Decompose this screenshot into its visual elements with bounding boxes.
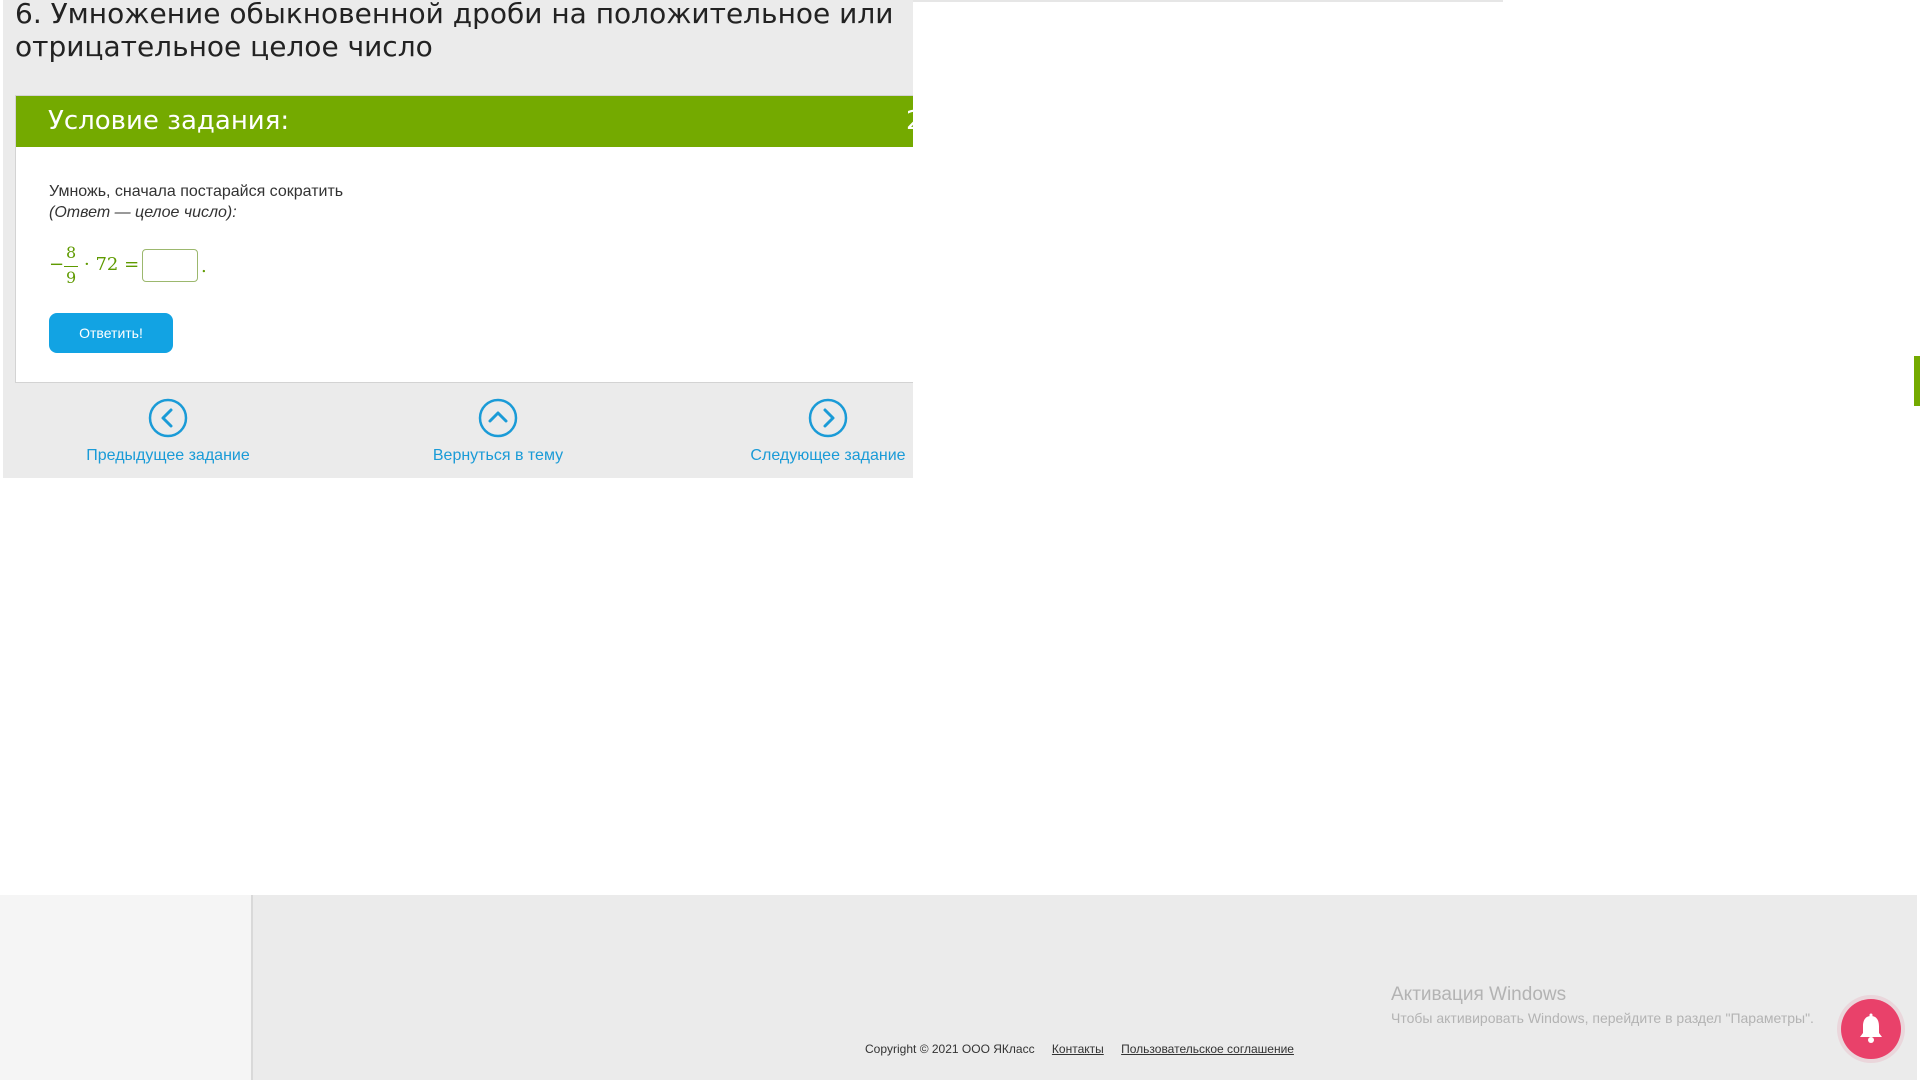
task-header: Условие задания: 2 bbox=[16, 96, 913, 147]
next-task-label[interactable]: Следующее задание bbox=[708, 446, 913, 466]
task-points: 2 bbox=[906, 106, 913, 136]
footer-left-column bbox=[0, 895, 253, 1080]
bell-icon bbox=[1860, 1013, 1882, 1043]
windows-activation-watermark: Активация Windows Чтобы активировать Win… bbox=[1391, 983, 1814, 1027]
formula-denominator: 9 bbox=[66, 268, 77, 287]
formula-numerator: 8 bbox=[66, 243, 77, 262]
task-header-label: Условие задания: bbox=[48, 106, 290, 136]
footer-copyright: Copyright © 2021 ООО ЯКласс bbox=[865, 1042, 1035, 1056]
notifications-button[interactable] bbox=[1841, 999, 1901, 1059]
footer-links: Copyright © 2021 ООО ЯКласс Контакты Пол… bbox=[865, 1042, 1294, 1056]
previous-task-link[interactable]: Предыдущее задание bbox=[48, 398, 288, 466]
right-edge-accent bbox=[1914, 356, 1920, 406]
formula-sign: − bbox=[49, 254, 65, 275]
fraction-bar bbox=[64, 266, 78, 267]
footer-agreement-link[interactable]: Пользовательское соглашение bbox=[1121, 1042, 1294, 1056]
previous-task-label[interactable]: Предыдущее задание bbox=[48, 446, 288, 466]
top-divider bbox=[913, 0, 1503, 2]
footer-contacts-link[interactable]: Контакты bbox=[1052, 1042, 1104, 1056]
back-to-topic-label[interactable]: Вернуться в тему bbox=[378, 446, 618, 466]
task-instruction: Умножь, сначала постарайся сократить bbox=[49, 183, 344, 200]
chevron-up-circle-icon bbox=[478, 398, 518, 438]
windows-activation-subtitle: Чтобы активировать Windows, перейдите в … bbox=[1391, 1010, 1814, 1026]
formula-end-dot: . bbox=[201, 256, 207, 277]
back-to-topic-link[interactable]: Вернуться в тему bbox=[378, 398, 618, 466]
formula-rest: · 72 = bbox=[84, 254, 140, 275]
submit-answer-button[interactable]: Ответить! bbox=[49, 313, 173, 353]
chevron-right-circle-icon bbox=[808, 398, 848, 438]
task-card: Условие задания: 2 Умножь, сначала поста… bbox=[15, 95, 913, 383]
next-task-link[interactable]: Следующее задание bbox=[708, 398, 913, 466]
chevron-left-circle-icon bbox=[148, 398, 188, 438]
windows-activation-title: Активация Windows bbox=[1391, 984, 1567, 1005]
exercise-panel: 6. Умножение обыкновенной дроби на полож… bbox=[3, 0, 913, 478]
task-hint: (Ответ — целое число): bbox=[49, 204, 237, 221]
footer: Copyright © 2021 ООО ЯКласс Контакты Пол… bbox=[0, 895, 1917, 1080]
page-title: 6. Умножение обыкновенной дроби на полож… bbox=[15, 0, 894, 63]
answer-input[interactable] bbox=[142, 249, 198, 282]
